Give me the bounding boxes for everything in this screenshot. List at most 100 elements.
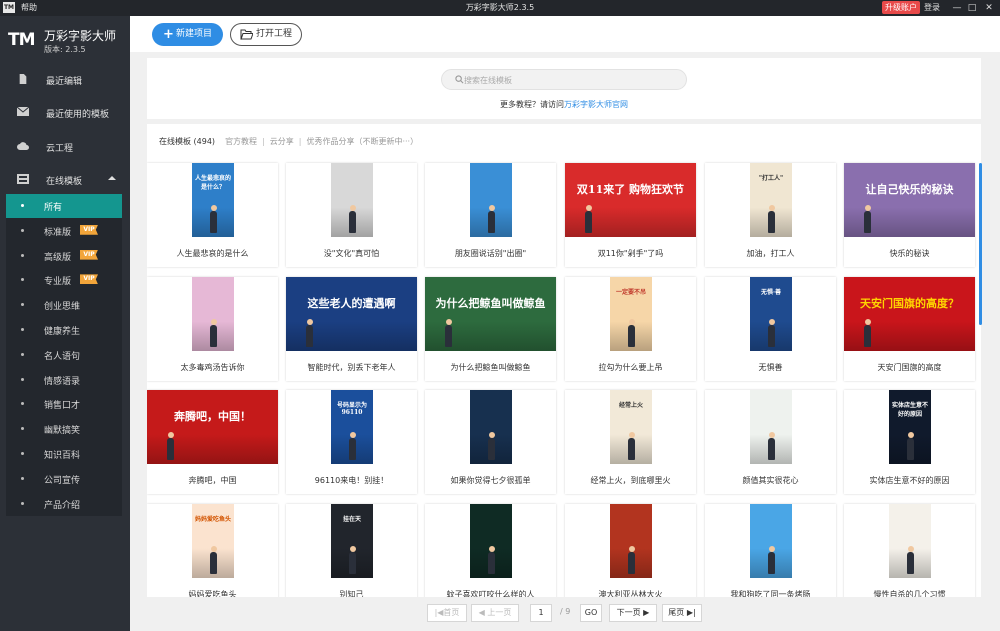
bullet-icon bbox=[21, 204, 24, 207]
person-head-icon bbox=[488, 546, 495, 552]
person-figure-icon bbox=[768, 325, 775, 347]
new-project-button[interactable]: + 新建项目 bbox=[152, 23, 223, 46]
first-page-button[interactable]: |◀首页 bbox=[427, 604, 467, 622]
template-card[interactable]: 实体店生意不好的原因 实体店生意不好的原因 bbox=[844, 390, 975, 494]
tab-3[interactable]: 优秀作品分享（不断更新中···） bbox=[306, 137, 418, 146]
thumbnail-art bbox=[331, 163, 373, 237]
template-card[interactable]: 颜值其实很花心 bbox=[705, 390, 836, 494]
help-menu[interactable]: 帮助 bbox=[21, 2, 37, 13]
template-thumbnail: 天安门国旗的高度？ bbox=[844, 277, 975, 351]
sidebar-subitem[interactable]: 情感语录 bbox=[6, 368, 122, 392]
thumbnail-art: 号码显示为 96110 bbox=[331, 390, 373, 464]
official-site-link[interactable]: 万彩字影大师官网 bbox=[564, 100, 628, 109]
template-card[interactable]: 朋友圈说话别"出圈" bbox=[425, 163, 556, 267]
page-number-input[interactable]: 1 bbox=[530, 604, 552, 622]
thumbnail-caption: 实体店生意不好的原因 bbox=[891, 402, 928, 418]
sidebar-subitem[interactable]: 标准版 VIP bbox=[6, 219, 122, 243]
thumbnail-art bbox=[470, 163, 512, 237]
next-page-button[interactable]: 下一页 ▶ bbox=[609, 604, 657, 622]
tab-0[interactable]: 在线模板 (494) bbox=[159, 137, 215, 146]
template-card[interactable]: 号码显示为 96110 96110来电！别挂！ bbox=[286, 390, 417, 494]
person-figure-icon bbox=[306, 325, 313, 347]
template-title: 人生最悲哀的是什么 bbox=[176, 249, 249, 258]
template-card[interactable]: 慢性自杀的几个习惯 bbox=[844, 504, 975, 597]
sidebar-item-cloud-project[interactable]: 云工程 bbox=[0, 131, 130, 163]
sidebar-subitem[interactable]: 所有 bbox=[6, 194, 122, 218]
template-card[interactable]: 人生最悲哀的是什么？ 人生最悲哀的是什么 bbox=[147, 163, 278, 267]
minimize-icon[interactable]: — bbox=[950, 0, 964, 16]
template-card[interactable]: 如果你觉得七夕很孤单 bbox=[425, 390, 556, 494]
prev-page-button[interactable]: ◀ 上一页 bbox=[471, 604, 519, 622]
template-title: 澳大利亚丛林大火 bbox=[598, 590, 663, 597]
template-card[interactable]: 妈妈爱吃鱼头 妈妈爱吃鱼头 bbox=[147, 504, 278, 597]
search-input[interactable] bbox=[464, 73, 664, 87]
sidebar-subitem[interactable]: 销售口才 bbox=[6, 392, 122, 416]
template-thumbnail: 让自己快乐的秘诀 bbox=[844, 163, 975, 237]
search-box[interactable] bbox=[441, 69, 687, 90]
person-figure-icon bbox=[864, 211, 871, 233]
template-card[interactable]: 经常上火 经常上火，到底哪里火 bbox=[565, 390, 696, 494]
upgrade-account-button[interactable]: 升级账户 bbox=[882, 1, 920, 14]
bullet-icon bbox=[21, 452, 24, 455]
template-title: 实体店生意不好的原因 bbox=[869, 476, 950, 485]
template-card[interactable]: 无惧·善 无惧善 bbox=[705, 277, 836, 381]
person-figure-icon bbox=[210, 552, 217, 574]
sidebar-item-label: 最近使用的模板 bbox=[46, 110, 110, 120]
chevron-up-icon[interactable] bbox=[108, 176, 116, 180]
template-card[interactable]: 挂在天 别知己 bbox=[286, 504, 417, 597]
template-card[interactable]: 这些老人的遭遇啊 智能时代，别丢下老年人 bbox=[286, 277, 417, 381]
template-card[interactable]: 没"文化"真可怕 bbox=[286, 163, 417, 267]
sidebar-item-recent-edit[interactable]: 最近编辑 bbox=[0, 64, 130, 96]
sidebar-subitem[interactable]: 幽默搞笑 bbox=[6, 417, 122, 441]
template-card[interactable]: 双11来了 购物狂欢节 双11你"剁手"了吗 bbox=[565, 163, 696, 267]
template-card[interactable]: 奔腾吧，中国！ 奔腾吧，中国 bbox=[147, 390, 278, 494]
sidebar-item-online-templates[interactable]: 在线模板 bbox=[0, 164, 130, 196]
template-thumbnail: 无惧·善 bbox=[705, 277, 836, 351]
tab-1[interactable]: 官方教程 bbox=[225, 137, 257, 146]
template-card[interactable]: 太多毒鸡汤告诉你 bbox=[147, 277, 278, 381]
last-page-button[interactable]: 尾页 ▶| bbox=[662, 604, 702, 622]
template-card[interactable]: 澳大利亚丛林大火 bbox=[565, 504, 696, 597]
template-card[interactable]: 蚊子喜欢叮咬什么样的人 bbox=[425, 504, 556, 597]
sidebar-item-recent-templates[interactable]: 最近使用的模板 bbox=[0, 97, 130, 129]
tab-separator: | bbox=[262, 137, 265, 146]
template-card[interactable]: 天安门国旗的高度？ 天安门国旗的高度 bbox=[844, 277, 975, 381]
sidebar-subitem[interactable]: 产品介绍 bbox=[6, 492, 122, 516]
sidebar-subitem[interactable]: 专业版 VIP bbox=[6, 268, 122, 292]
tab-2[interactable]: 云分享 bbox=[270, 137, 294, 146]
folder-open-icon bbox=[240, 29, 253, 40]
person-figure-icon bbox=[907, 552, 914, 574]
template-title: 太多毒鸡汤告诉你 bbox=[180, 363, 245, 372]
go-button[interactable]: GO bbox=[580, 604, 602, 622]
template-card[interactable]: 一定要不吊 拉勾为什么要上吊 bbox=[565, 277, 696, 381]
login-button[interactable]: 登录 bbox=[924, 2, 940, 13]
app-logo-icon: TM bbox=[3, 2, 15, 13]
sidebar-item-label: 在线模板 bbox=[46, 177, 83, 187]
person-figure-icon bbox=[768, 552, 775, 574]
close-icon[interactable]: ✕ bbox=[982, 0, 996, 16]
sidebar-subitem[interactable]: 名人语句 bbox=[6, 343, 122, 367]
thumbnail-art bbox=[889, 504, 931, 578]
template-card[interactable]: 为什么把鲸鱼叫做鲸鱼 为什么把鲸鱼叫做鲸鱼 bbox=[425, 277, 556, 381]
template-card[interactable]: 让自己快乐的秘诀 快乐的秘诀 bbox=[844, 163, 975, 267]
template-gallery: 在线模板 (494) 官方教程 | 云分享 | 优秀作品分享（不断更新中···） 人生最悲… bbox=[147, 124, 981, 597]
open-project-button[interactable]: 打开工程 bbox=[230, 23, 302, 46]
sidebar-subitem[interactable]: 知识百科 bbox=[6, 442, 122, 466]
template-thumbnail bbox=[844, 504, 975, 578]
gallery-scrollbar[interactable] bbox=[979, 163, 982, 325]
person-head-icon bbox=[167, 432, 174, 438]
vip-badge: VIP bbox=[80, 249, 98, 260]
maximize-icon[interactable]: □ bbox=[965, 0, 979, 16]
template-card[interactable]: "打工人" 加油，打工人 bbox=[705, 163, 836, 267]
template-card[interactable]: 我和狗吃了同一条烤肠 bbox=[705, 504, 836, 597]
template-title: 慢性自杀的几个习惯 bbox=[873, 590, 946, 597]
template-title: 妈妈爱吃鱼头 bbox=[188, 590, 237, 597]
sidebar-subitem[interactable]: 高级版 VIP bbox=[6, 244, 122, 268]
template-thumbnail bbox=[286, 163, 417, 237]
sidebar-item-label: 云工程 bbox=[46, 144, 74, 154]
sidebar-subitem[interactable]: 公司宣传 bbox=[6, 467, 122, 491]
person-figure-icon bbox=[585, 211, 592, 233]
sidebar-subitem[interactable]: 健康养生 bbox=[6, 318, 122, 342]
sidebar-subitem[interactable]: 创业思维 bbox=[6, 293, 122, 317]
person-figure-icon bbox=[488, 438, 495, 460]
